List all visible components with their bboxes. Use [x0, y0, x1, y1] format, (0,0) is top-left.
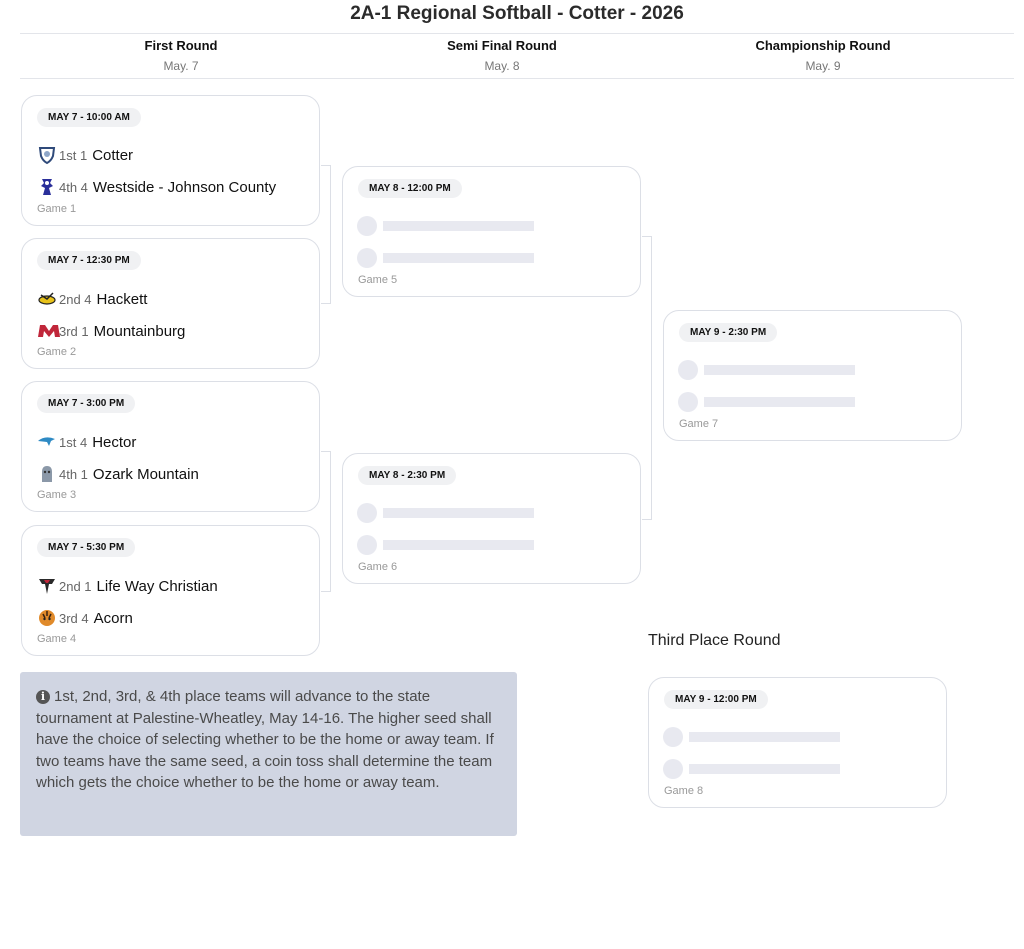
team-placeholder	[357, 535, 534, 555]
team-placeholder	[678, 360, 855, 380]
round-name: Semi Final Round	[447, 38, 557, 53]
game-label: Game 7	[679, 418, 719, 430]
lifeway-eagle-icon	[37, 576, 57, 596]
westside-mascot-icon	[37, 177, 57, 197]
round-name: Championship Round	[755, 38, 891, 53]
game-label: Game 5	[358, 274, 398, 286]
game-time-badge: MAY 7 - 5:30 PM	[37, 538, 136, 557]
game-label: Game 8	[664, 785, 704, 797]
hector-wildcat-icon	[37, 432, 57, 452]
game-card-8[interactable]: MAY 9 - 12:00 PM Game 8	[648, 677, 947, 808]
team-seed: 2nd 4	[59, 291, 92, 307]
team-name: Mountainburg	[93, 322, 186, 340]
info-note-text: 1st, 2nd, 3rd, & 4th place teams will ad…	[36, 688, 494, 792]
team-row[interactable]: 3rd 1 Mountainburg	[37, 321, 185, 341]
team-row[interactable]: 2nd 1 Life Way Christian	[37, 576, 218, 596]
game-label: Game 3	[37, 489, 77, 501]
game-card-1[interactable]: MAY 7 - 10:00 AM 1st 1 Cotter 4th 4 West…	[21, 95, 320, 226]
game-time-badge: MAY 7 - 12:30 PM	[37, 251, 141, 270]
team-row[interactable]: 1st 1 Cotter	[37, 145, 133, 165]
round-date: May. 8	[484, 59, 520, 73]
team-name: Acorn	[93, 609, 133, 627]
team-row[interactable]: 1st 4 Hector	[37, 432, 136, 452]
header-divider-bottom	[20, 78, 1014, 79]
team-name: Cotter	[92, 146, 134, 164]
game-label: Game 2	[37, 346, 77, 358]
bracket-connector	[321, 451, 331, 592]
game-card-4[interactable]: MAY 7 - 5:30 PM 2nd 1 Life Way Christian…	[21, 525, 320, 656]
round-date: May. 7	[163, 59, 199, 73]
game-label: Game 1	[37, 203, 77, 215]
team-placeholder	[357, 216, 534, 236]
round-header-first: First Round May. 7	[21, 38, 341, 73]
round-date: May. 9	[805, 59, 841, 73]
team-name: Life Way Christian	[96, 577, 218, 595]
bracket-connector	[642, 236, 652, 520]
round-header-semi: Semi Final Round May. 8	[342, 38, 662, 73]
info-note: i 1st, 2nd, 3rd, & 4th place teams will a…	[20, 672, 517, 836]
team-seed: 1st 1	[59, 147, 88, 163]
game-card-3[interactable]: MAY 7 - 3:00 PM 1st 4 Hector 4th 1 Ozark…	[21, 381, 320, 512]
team-name: Westside - Johnson County	[92, 178, 277, 196]
game-time-badge: MAY 7 - 3:00 PM	[37, 394, 136, 413]
team-name: Hackett	[96, 290, 148, 308]
team-placeholder	[357, 503, 534, 523]
page-title: 2A-1 Regional Softball - Cotter - 2026	[350, 3, 684, 24]
team-seed: 3rd 1	[59, 323, 89, 339]
team-placeholder	[663, 759, 840, 779]
game-time-badge: MAY 9 - 2:30 PM	[679, 323, 778, 342]
game-time-badge: MAY 9 - 12:00 PM	[664, 690, 768, 709]
team-row[interactable]: 2nd 4 Hackett	[37, 289, 147, 309]
game-card-5[interactable]: MAY 8 - 12:00 PM Game 5	[342, 166, 641, 297]
game-card-6[interactable]: MAY 8 - 2:30 PM Game 6	[342, 453, 641, 584]
hackett-hornet-icon	[37, 289, 57, 309]
team-placeholder	[663, 727, 840, 747]
team-seed: 3rd 4	[59, 610, 89, 626]
team-row[interactable]: 4th 1 Ozark Mountain	[37, 464, 199, 484]
third-place-round-label: Third Place Round	[648, 632, 781, 649]
team-placeholder	[357, 248, 534, 268]
round-header-championship: Championship Round May. 9	[663, 38, 983, 73]
round-name: First Round	[144, 38, 218, 53]
game-label: Game 6	[358, 561, 398, 573]
game-time-badge: MAY 7 - 10:00 AM	[37, 108, 141, 127]
acorn-tiger-icon	[37, 608, 57, 628]
team-name: Hector	[92, 433, 137, 451]
game-time-badge: MAY 8 - 2:30 PM	[358, 466, 457, 485]
team-seed: 1st 4	[59, 434, 88, 450]
game-time-badge: MAY 8 - 12:00 PM	[358, 179, 462, 198]
info-icon: i	[36, 690, 50, 704]
game-card-7[interactable]: MAY 9 - 2:30 PM Game 7	[663, 310, 962, 441]
team-seed: 4th 4	[59, 179, 88, 195]
game-card-2[interactable]: MAY 7 - 12:30 PM 2nd 4 Hackett 3rd 1 Mou…	[21, 238, 320, 369]
team-name: Ozark Mountain	[92, 465, 199, 483]
team-placeholder	[678, 392, 855, 412]
team-seed: 4th 1	[59, 466, 88, 482]
ozark-mountain-icon	[37, 464, 57, 484]
team-seed: 2nd 1	[59, 578, 92, 594]
team-row[interactable]: 4th 4 Westside - Johnson County	[37, 177, 276, 197]
mountainburg-m-icon	[37, 321, 60, 341]
team-row[interactable]: 3rd 4 Acorn	[37, 608, 133, 628]
cotter-shield-icon	[37, 145, 57, 165]
header-divider-top	[20, 33, 1014, 34]
bracket-connector	[321, 165, 331, 304]
game-label: Game 4	[37, 633, 77, 645]
